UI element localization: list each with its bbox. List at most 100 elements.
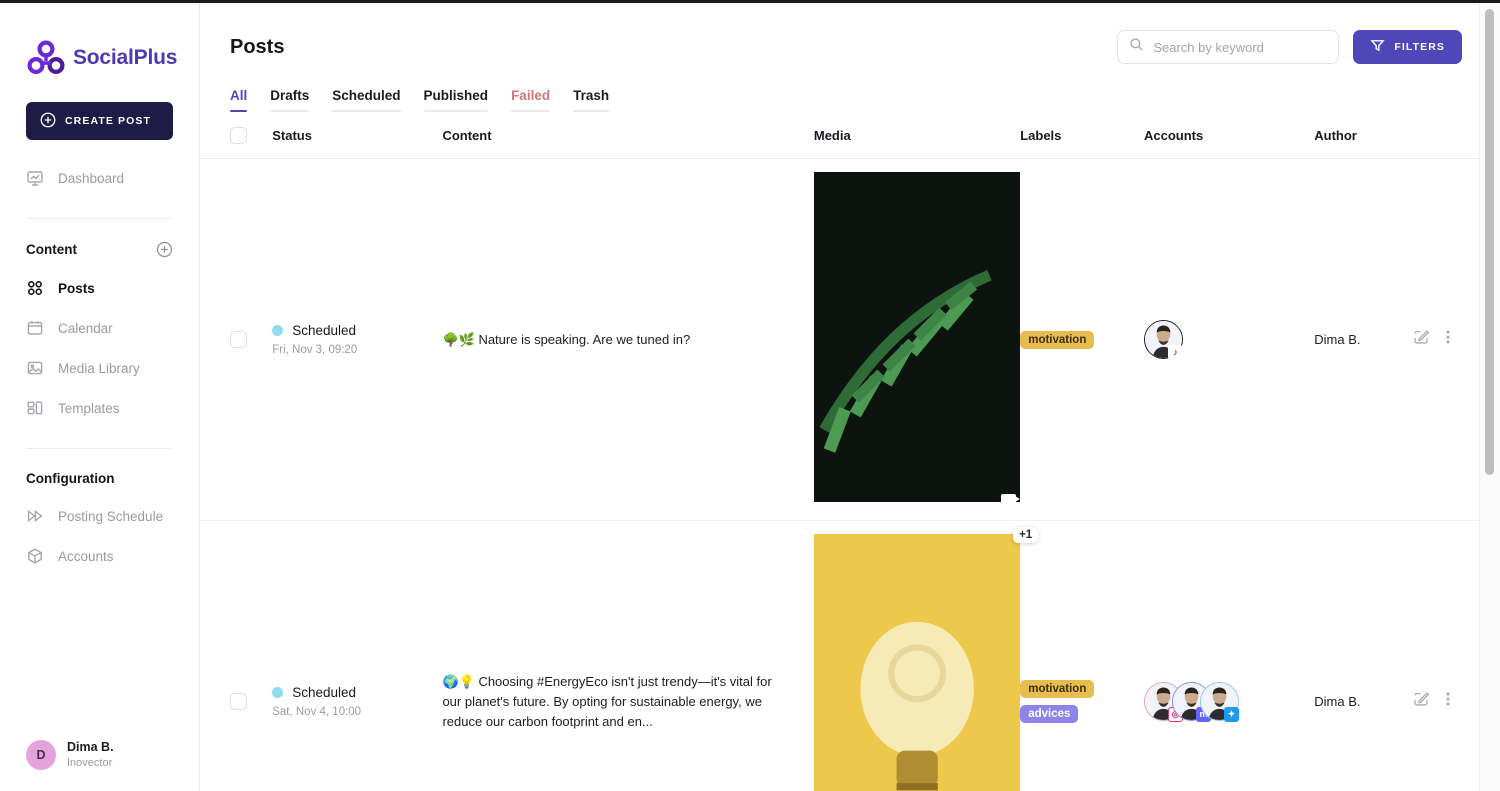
media-cell (814, 159, 1020, 521)
header-actions: FILTERS (1117, 30, 1462, 64)
account-avatar[interactable]: ✦ (1200, 682, 1239, 721)
edit-pencil-icon[interactable] (1412, 328, 1430, 351)
social-plus-logo-icon (26, 38, 66, 78)
sidebar-item-posting-schedule[interactable]: Posting Schedule (0, 496, 199, 536)
posts-table: Status Content Media Labels Accounts Aut… (200, 112, 1500, 791)
more-vertical-icon[interactable] (1445, 690, 1451, 713)
fast-forward-icon (26, 507, 44, 525)
table-row[interactable]: ScheduledFri, Nov 3, 09:20🌳🌿 Nature is s… (200, 159, 1500, 521)
search-icon (1129, 37, 1144, 57)
user-name: Dima B. (67, 739, 114, 756)
sidebar-item-posts[interactable]: Posts (0, 268, 199, 308)
scrollbar-thumb[interactable] (1485, 9, 1494, 475)
table-body: ScheduledFri, Nov 3, 09:20🌳🌿 Nature is s… (200, 159, 1500, 791)
sidebar-item-calendar[interactable]: Calendar (0, 308, 199, 348)
tab-trash[interactable]: Trash (573, 88, 609, 112)
tab-all[interactable]: All (230, 88, 247, 112)
status-cell: Scheduled Sat, Nov 4, 10:00 (272, 521, 442, 791)
label-badge[interactable]: motivation (1020, 331, 1094, 349)
page-header: Posts FILTERS (200, 0, 1500, 64)
accounts-cell: ♪ (1144, 159, 1314, 521)
table-header: Status Content Media Labels Accounts Aut… (200, 112, 1500, 159)
page-title: Posts (230, 36, 284, 59)
tab-published[interactable]: Published (424, 88, 489, 112)
status-cell: ScheduledFri, Nov 3, 09:20 (272, 159, 442, 521)
status-label: Scheduled (292, 685, 356, 700)
box-icon (26, 547, 44, 565)
row-checkbox[interactable] (230, 331, 247, 348)
filter-funnel-icon (1370, 38, 1385, 56)
labels-cell: motivation advices (1020, 521, 1144, 791)
status-dot (272, 687, 283, 698)
content-cell[interactable]: 🌳🌿 Nature is speaking. Are we tuned in? (442, 159, 813, 521)
create-post-label: CREATE POST (65, 115, 151, 127)
status-label: Scheduled (292, 323, 356, 338)
select-all-checkbox[interactable] (230, 127, 247, 144)
table-row[interactable]: Scheduled Sat, Nov 4, 10:00🌍💡 Choosing #E… (200, 521, 1500, 791)
row-checkbox[interactable] (230, 693, 247, 710)
image-icon (26, 359, 44, 377)
sidebar-item-templates[interactable]: Templates (0, 388, 199, 428)
media-thumbnail[interactable]: +1 (814, 534, 1020, 791)
tab-label: All (230, 88, 247, 103)
labels-cell: motivation (1020, 159, 1144, 521)
media-thumbnail[interactable] (814, 172, 1020, 507)
edit-pencil-icon[interactable] (1412, 690, 1430, 713)
section-title: Configuration (26, 471, 114, 486)
tab-label: Published (424, 88, 489, 103)
author-name: Dima B. (1314, 692, 1412, 712)
avatar: D (26, 740, 56, 770)
column-header-content: Content (442, 112, 813, 159)
tab-scheduled[interactable]: Scheduled (332, 88, 400, 112)
media-count-badge: +1 (1013, 527, 1038, 543)
user-organization: Inovector (67, 756, 114, 771)
sidebar-item-label: Posting Schedule (58, 509, 163, 524)
tab-label: Trash (573, 88, 609, 103)
accounts-cell: ◎m✦ (1144, 521, 1314, 791)
search-input[interactable] (1153, 40, 1329, 55)
tab-label: Failed (511, 88, 550, 103)
media-cell: +1 (814, 521, 1020, 791)
plus-circle-icon (40, 112, 56, 131)
sidebar-item-dashboard[interactable]: Dashboard (0, 158, 199, 198)
column-header-status: Status (272, 112, 442, 159)
status-dot (272, 325, 283, 336)
sidebar-section-content: Content (0, 219, 199, 268)
tiktok-icon: ♪ (1168, 345, 1183, 360)
brand[interactable]: SocialPlus (0, 0, 199, 78)
sidebar-item-label: Calendar (58, 321, 113, 336)
tab-drafts[interactable]: Drafts (270, 88, 309, 112)
status-tabs: All Drafts Scheduled Published Failed Tr… (200, 64, 1500, 112)
sidebar-item-media-library[interactable]: Media Library (0, 348, 199, 388)
tab-failed[interactable]: Failed (511, 88, 550, 112)
calendar-icon (26, 319, 44, 337)
column-header-author: Author (1314, 112, 1412, 159)
author-cell: Dima B. (1314, 521, 1412, 791)
section-title: Content (26, 242, 77, 257)
create-post-button[interactable]: CREATE POST (26, 102, 173, 140)
author-cell: Dima B. (1314, 159, 1412, 521)
search-box[interactable] (1117, 30, 1339, 64)
account-avatar[interactable]: ♪ (1144, 320, 1183, 359)
post-content-text: 🌳🌿 Nature is speaking. Are we tuned in? (442, 330, 813, 350)
tab-label: Scheduled (332, 88, 400, 103)
post-content-text: 🌍💡 Choosing #EnergyEco isn't just trendy… (442, 672, 813, 732)
main-content: Posts FILTERS (200, 0, 1500, 791)
content-cell[interactable]: 🌍💡 Choosing #EnergyEco isn't just trendy… (442, 521, 813, 791)
sidebar-item-label: Posts (58, 281, 95, 296)
sidebar: SocialPlus CREATE POST Dashboard (0, 0, 200, 791)
sidebar-item-label: Accounts (58, 549, 114, 564)
sidebar-user-profile[interactable]: D Dima B. Inovector (0, 739, 200, 771)
filters-button[interactable]: FILTERS (1353, 30, 1462, 64)
plus-circle-icon[interactable] (156, 241, 173, 258)
status-date: Sat, Nov 4, 10:00 (272, 706, 442, 718)
sidebar-item-accounts[interactable]: Accounts (0, 536, 199, 576)
app-window: SocialPlus CREATE POST Dashboard (0, 0, 1500, 791)
label-badge[interactable]: motivation (1020, 680, 1094, 698)
more-vertical-icon[interactable] (1445, 328, 1451, 351)
window-top-edge (0, 0, 1500, 3)
templates-icon (26, 399, 44, 417)
author-name: Dima B. (1314, 330, 1412, 350)
sidebar-section-configuration: Configuration (0, 449, 199, 496)
label-badge[interactable]: advices (1020, 705, 1078, 723)
